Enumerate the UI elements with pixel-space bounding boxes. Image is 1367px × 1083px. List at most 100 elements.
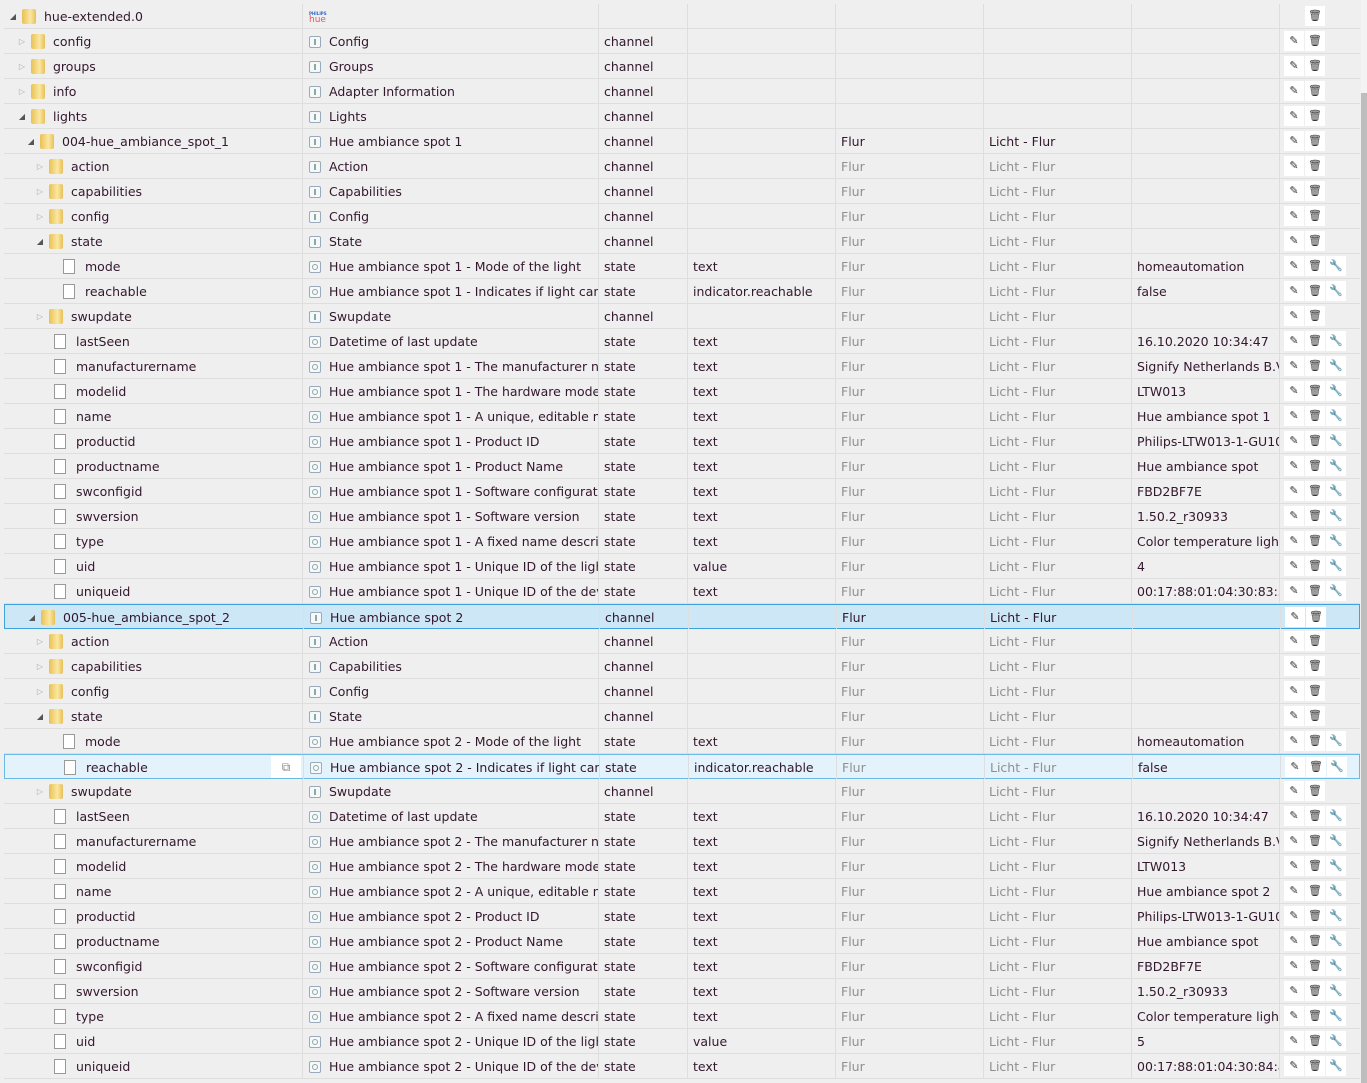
room-cell[interactable]: Flur [836, 204, 984, 228]
collapse-arrow-icon[interactable]: ◢ [8, 4, 18, 28]
function-cell[interactable]: Licht - Flur [984, 1054, 1132, 1078]
delete-button[interactable]: 🗑 [1305, 556, 1325, 576]
value-cell[interactable]: Philips-LTW013-1-GU10C [1132, 904, 1280, 928]
function-cell[interactable]: Licht - Flur [984, 679, 1132, 703]
tree-row[interactable]: ▷ info Adapter Information channel ✎ 🗑 [4, 79, 1360, 104]
function-cell[interactable]: Licht - Flur [984, 529, 1132, 553]
value-cell[interactable] [1132, 79, 1280, 103]
edit-button[interactable]: ✎ [1284, 1056, 1304, 1076]
value-cell[interactable]: FBD2BF7E [1132, 954, 1280, 978]
room-cell[interactable]: Flur [836, 254, 984, 278]
edit-button[interactable]: ✎ [1284, 356, 1304, 376]
value-cell[interactable] [1132, 4, 1280, 28]
value-cell[interactable]: FBD2BF7E [1132, 479, 1280, 503]
collapse-arrow-icon[interactable]: ◢ [35, 704, 45, 728]
function-cell[interactable]: Licht - Flur [984, 779, 1132, 803]
tree-row[interactable]: uid Hue ambiance spot 2 - Unique ID of th… [4, 1029, 1360, 1054]
collapse-arrow-icon[interactable]: ◢ [17, 104, 27, 128]
tree-row[interactable]: ▷ config Config channel Flur Licht - Flur ✎ 🗑 [4, 679, 1360, 704]
function-cell[interactable]: Licht - Flur [984, 304, 1132, 328]
delete-button[interactable]: 🗑 [1305, 31, 1325, 51]
settings-button[interactable]: 🔧 [1326, 831, 1346, 851]
function-cell[interactable]: Licht - Flur [984, 954, 1132, 978]
room-cell[interactable]: Flur [836, 904, 984, 928]
function-cell[interactable]: Licht - Flur [984, 579, 1132, 603]
delete-button[interactable]: 🗑 [1305, 331, 1325, 351]
delete-button[interactable]: 🗑 [1305, 681, 1325, 701]
value-cell[interactable] [1132, 704, 1280, 728]
room-cell[interactable]: Flur [836, 554, 984, 578]
edit-button[interactable]: ✎ [1284, 506, 1304, 526]
edit-button[interactable]: ✎ [1284, 906, 1304, 926]
delete-button[interactable]: 🗑 [1305, 1056, 1325, 1076]
function-cell[interactable]: Licht - Flur [984, 279, 1132, 303]
function-cell[interactable]: Licht - Flur [984, 379, 1132, 403]
delete-button[interactable]: 🗑 [1305, 231, 1325, 251]
edit-button[interactable]: ✎ [1284, 481, 1304, 501]
tree-row[interactable]: mode Hue ambiance spot 2 - Mode of the li… [4, 729, 1360, 754]
tree-row[interactable]: ◢ 004-hue_ambiance_spot_1 Hue ambiance spo… [4, 129, 1360, 154]
settings-button[interactable]: 🔧 [1326, 981, 1346, 1001]
function-cell[interactable]: Licht - Flur [984, 154, 1132, 178]
edit-button[interactable]: ✎ [1284, 681, 1304, 701]
expand-arrow-icon[interactable]: ▷ [35, 629, 45, 653]
room-cell[interactable]: Flur [836, 354, 984, 378]
value-cell[interactable] [1132, 179, 1280, 203]
room-cell[interactable]: Flur [836, 304, 984, 328]
room-cell[interactable] [836, 79, 984, 103]
value-cell[interactable]: Hue ambiance spot 1 [1132, 404, 1280, 428]
tree-row[interactable]: manufacturername Hue ambiance spot 2 - Th… [4, 829, 1360, 854]
room-cell[interactable] [836, 4, 984, 28]
tree-row[interactable]: ▷ config Config channel ✎ 🗑 [4, 29, 1360, 54]
edit-button[interactable]: ✎ [1284, 1006, 1304, 1026]
tree-row[interactable]: lastSeen Datetime of last update state text… [4, 804, 1360, 829]
edit-button[interactable]: ✎ [1284, 231, 1304, 251]
function-cell[interactable] [984, 4, 1132, 28]
value-cell[interactable]: 00:17:88:01:04:30:83:30-0 [1132, 579, 1280, 603]
value-cell[interactable] [1133, 605, 1281, 629]
value-cell[interactable]: homeautomation [1132, 729, 1280, 753]
delete-button[interactable]: 🗑 [1305, 581, 1325, 601]
edit-button[interactable]: ✎ [1284, 656, 1304, 676]
value-cell[interactable]: 16.10.2020 10:34:47 [1132, 329, 1280, 353]
function-cell[interactable] [984, 54, 1132, 78]
tree-row[interactable]: swconfigid Hue ambiance spot 1 - Software… [4, 479, 1360, 504]
tree-row[interactable]: swconfigid Hue ambiance spot 2 - Software… [4, 954, 1360, 979]
edit-button[interactable]: ✎ [1284, 1031, 1304, 1051]
delete-button[interactable]: 🗑 [1305, 106, 1325, 126]
delete-button[interactable]: 🗑 [1305, 381, 1325, 401]
tree-row[interactable]: uniqueid Hue ambiance spot 1 - Unique ID … [4, 579, 1360, 604]
settings-button[interactable]: 🔧 [1326, 406, 1346, 426]
value-cell[interactable] [1132, 204, 1280, 228]
room-cell[interactable]: Flur [836, 479, 984, 503]
function-cell[interactable] [984, 104, 1132, 128]
value-cell[interactable] [1132, 304, 1280, 328]
edit-button[interactable]: ✎ [1284, 56, 1304, 76]
settings-button[interactable]: 🔧 [1326, 1031, 1346, 1051]
value-cell[interactable]: false [1132, 279, 1280, 303]
delete-button[interactable]: 🗑 [1306, 757, 1326, 777]
tree-row[interactable]: type Hue ambiance spot 2 - A fixed name d… [4, 1004, 1360, 1029]
function-cell[interactable]: Licht - Flur [984, 979, 1132, 1003]
delete-button[interactable]: 🗑 [1305, 131, 1325, 151]
settings-button[interactable]: 🔧 [1326, 856, 1346, 876]
delete-button[interactable]: 🗑 [1305, 56, 1325, 76]
function-cell[interactable]: Licht - Flur [984, 254, 1132, 278]
edit-button[interactable]: ✎ [1284, 956, 1304, 976]
edit-button[interactable]: ✎ [1284, 131, 1304, 151]
room-cell[interactable]: Flur [836, 829, 984, 853]
edit-button[interactable]: ✎ [1284, 431, 1304, 451]
room-cell[interactable]: Flur [836, 979, 984, 1003]
function-cell[interactable]: Licht - Flur [984, 479, 1132, 503]
tree-row[interactable]: ◢ 005-hue_ambiance_spot_2 Hue ambiance spo… [4, 604, 1360, 629]
scrollbar-thumb[interactable] [1361, 93, 1367, 1083]
room-cell[interactable]: Flur [836, 379, 984, 403]
edit-button[interactable]: ✎ [1284, 156, 1304, 176]
edit-button[interactable]: ✎ [1284, 456, 1304, 476]
room-cell[interactable]: Flur [836, 329, 984, 353]
room-cell[interactable]: Flur [836, 804, 984, 828]
function-cell[interactable]: Licht - Flur [984, 804, 1132, 828]
tree-row[interactable]: ▷ capabilities Capabilities channel Flur Lich… [4, 179, 1360, 204]
room-cell[interactable]: Flur [836, 629, 984, 653]
settings-button[interactable]: 🔧 [1326, 556, 1346, 576]
